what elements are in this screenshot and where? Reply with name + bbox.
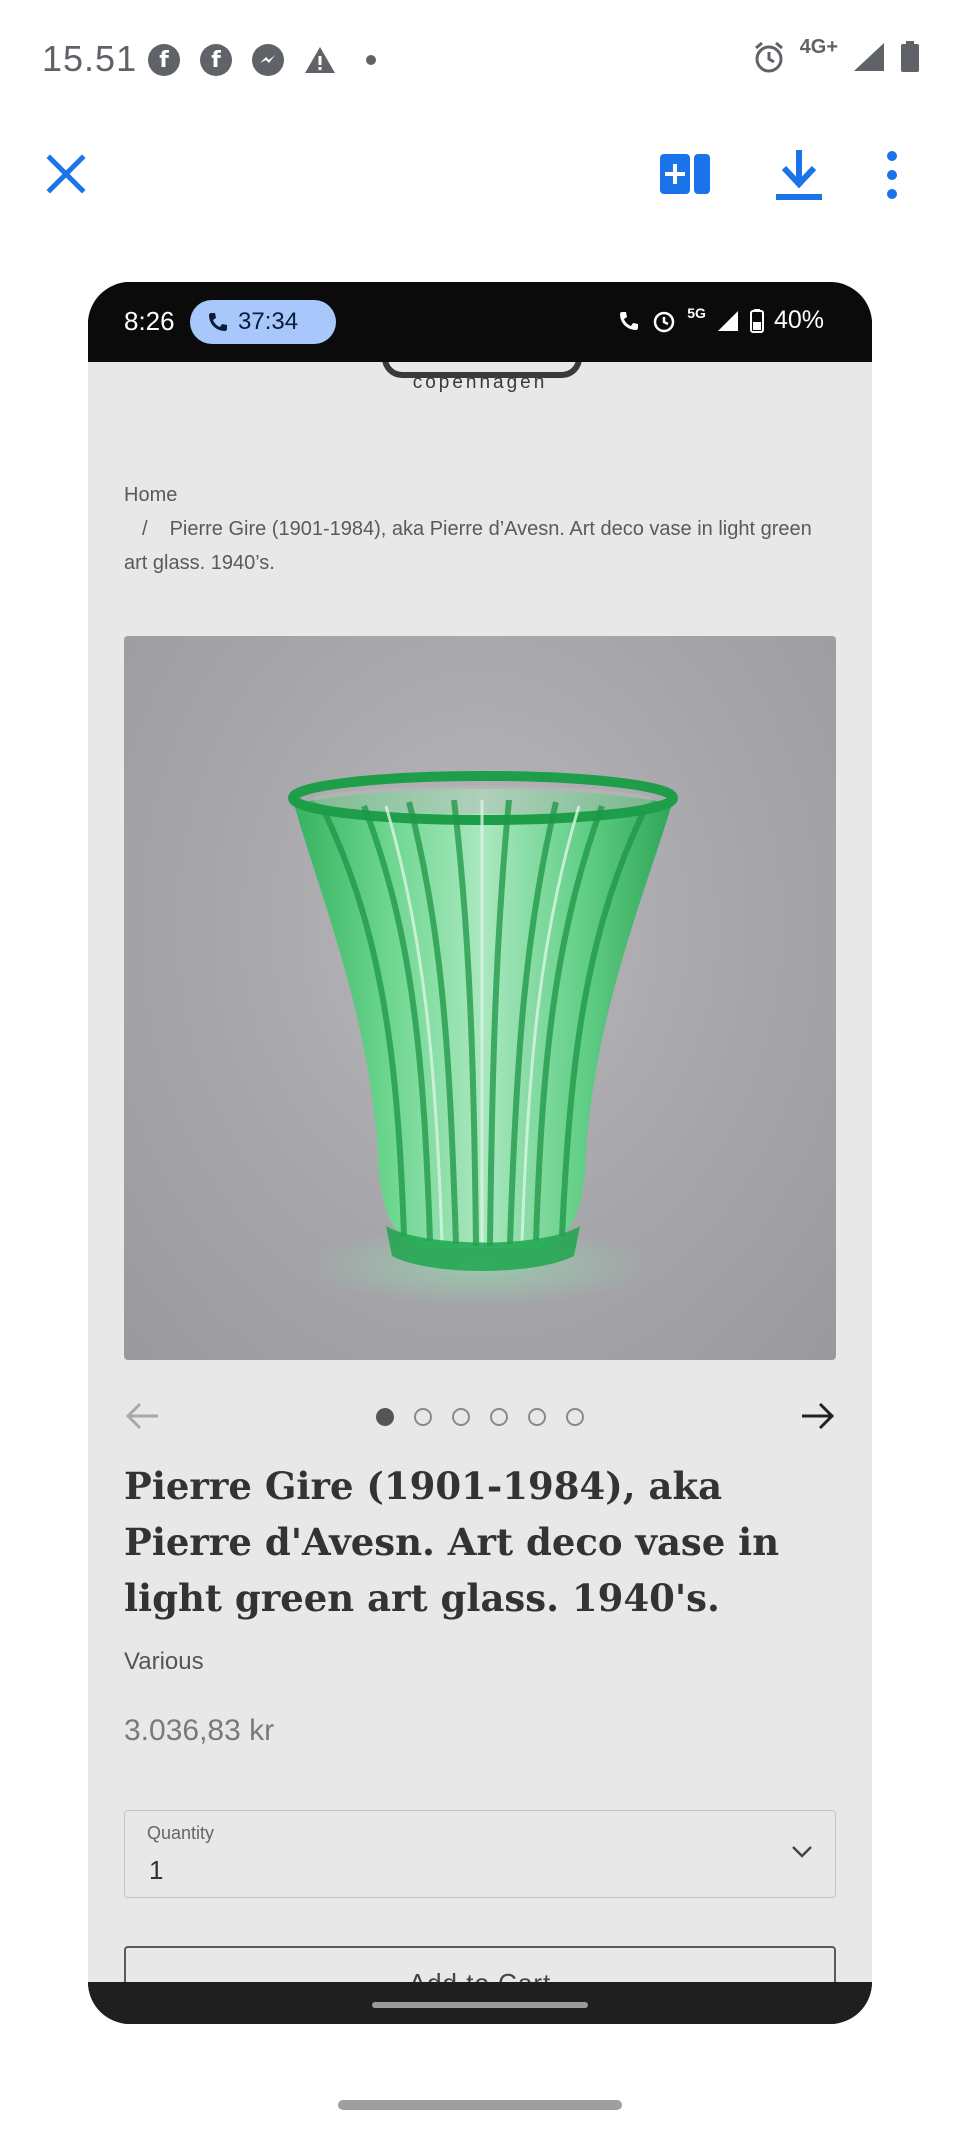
status-time: 15.51 xyxy=(42,38,138,79)
green-glass-vase-image xyxy=(288,771,678,1306)
gallery-dot[interactable] xyxy=(566,1408,584,1426)
battery-icon xyxy=(749,308,764,333)
warning-icon xyxy=(305,47,335,73)
facebook-icon: f xyxy=(200,44,232,76)
signal-icon xyxy=(854,43,884,71)
facebook-icon: f xyxy=(148,44,180,76)
gallery-dot[interactable] xyxy=(490,1408,508,1426)
quantity-label: Quantity xyxy=(147,1823,215,1843)
product-page: copenhagen Home / Pierre Gire (1901-1984)… xyxy=(88,362,872,1982)
system-indicators: 4G+ xyxy=(752,36,920,74)
inner-indicators: 5G 40% xyxy=(617,304,824,335)
gallery-dot[interactable] xyxy=(528,1408,546,1426)
notification-icons: f f xyxy=(148,44,376,76)
product-image[interactable] xyxy=(124,636,836,1360)
close-icon[interactable] xyxy=(42,150,90,198)
call-indicator: 37:34 xyxy=(190,300,336,344)
quantity-select[interactable]: Quantity 1 xyxy=(124,1810,836,1898)
gesture-handle[interactable] xyxy=(338,2100,622,2110)
gallery-navigation xyxy=(124,1392,836,1442)
messenger-icon xyxy=(252,44,284,76)
gallery-dot[interactable] xyxy=(414,1408,432,1426)
gallery-dot[interactable] xyxy=(452,1408,470,1426)
more-vert-icon[interactable] xyxy=(880,148,904,202)
screenshot-image: 8:26 37:34 5G 40% copenhagen Home / Pier… xyxy=(88,282,872,2024)
alarm-icon xyxy=(754,41,783,73)
product-title: Pierre Gire (1901-1984), aka Pierre d'Av… xyxy=(124,1464,780,1620)
phone-icon xyxy=(209,313,227,331)
call-timer: 37:34 xyxy=(238,308,299,335)
arrow-right-icon[interactable] xyxy=(800,1400,836,1432)
download-icon[interactable] xyxy=(772,146,826,202)
battery-icon xyxy=(901,41,919,72)
battery-percent: 40% xyxy=(773,306,824,334)
breadcrumb-home-link[interactable]: Home xyxy=(124,478,824,512)
add-to-cart-button[interactable]: Add to Cart xyxy=(124,1946,836,1982)
product-price: 3.036,83 kr xyxy=(124,1714,275,1747)
chevron-down-icon xyxy=(792,1846,812,1858)
quantity-value: 1 xyxy=(149,1855,164,1885)
site-logo-subtitle: copenhagen xyxy=(412,372,548,393)
inner-navigation-bar xyxy=(88,1982,872,2024)
signal-icon xyxy=(717,310,738,331)
more-notifications-icon xyxy=(366,55,376,65)
inner-status-time: 8:26 xyxy=(124,306,175,336)
inner-status-bar: 8:26 37:34 5G 40% xyxy=(88,282,872,362)
product-vendor: Various xyxy=(124,1648,204,1675)
gallery-dots xyxy=(376,1408,584,1426)
viewer-toolbar xyxy=(0,130,960,220)
breadcrumb-separator: / xyxy=(142,518,148,540)
network-type: 4G+ xyxy=(799,35,838,58)
system-status-bar: 15.51 f f 4G+ xyxy=(0,0,960,120)
add-to-cart-label: Add to Cart xyxy=(126,1968,834,1982)
add-to-icon[interactable] xyxy=(660,152,710,196)
breadcrumb: Home / Pierre Gire (1901-1984), aka Pierr… xyxy=(124,478,824,580)
arrow-left-icon[interactable] xyxy=(124,1400,160,1432)
inner-network-type: 5G xyxy=(687,304,706,321)
call-icon xyxy=(620,311,639,330)
alarm-icon xyxy=(654,311,675,332)
gallery-dot[interactable] xyxy=(376,1408,394,1426)
breadcrumb-current: Pierre Gire (1901-1984), aka Pierre d’Av… xyxy=(124,518,812,574)
inner-gesture-handle xyxy=(372,2002,588,2008)
